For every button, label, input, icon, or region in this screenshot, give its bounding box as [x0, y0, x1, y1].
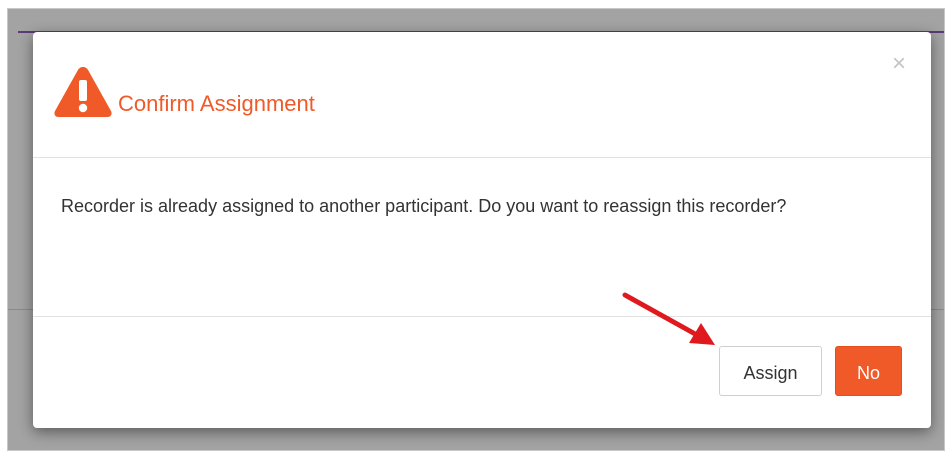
no-button[interactable]: No — [835, 346, 902, 396]
dialog-footer: Assign No — [33, 317, 931, 428]
red-arrow-annotation — [622, 292, 715, 345]
dialog-message: Recorder is already assigned to another … — [61, 196, 787, 216]
close-icon[interactable]: × — [889, 52, 909, 76]
dialog-body: Recorder is already assigned to another … — [33, 158, 931, 317]
confirm-dialog: Confirm Assignment × Recorder is already… — [33, 32, 931, 428]
dialog-header: Confirm Assignment × — [33, 32, 931, 158]
assign-button[interactable]: Assign — [719, 346, 822, 396]
dialog-title: Confirm Assignment — [118, 91, 315, 116]
warning-triangle-icon — [54, 67, 112, 117]
